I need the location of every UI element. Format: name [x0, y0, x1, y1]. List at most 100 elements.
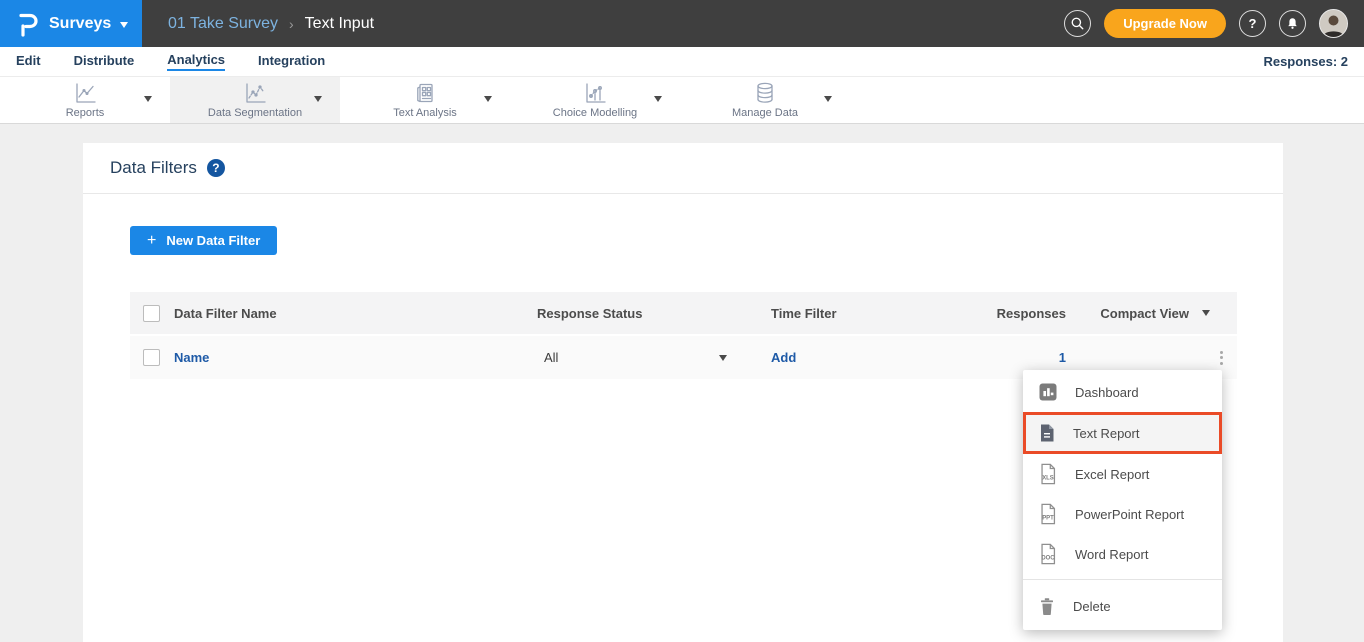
- plus-icon: +: [147, 232, 156, 250]
- breadcrumb-current: Text Input: [305, 15, 374, 33]
- chevron-down-icon: [654, 96, 662, 102]
- new-data-filter-button[interactable]: + New Data Filter: [130, 226, 277, 255]
- filter-name-cell: Name: [174, 350, 537, 365]
- toolbar-item-reports[interactable]: Reports: [0, 77, 170, 123]
- text-analysis-icon: [412, 81, 438, 105]
- tab-edit[interactable]: Edit: [16, 53, 41, 70]
- view-selector-cell: Compact View: [1066, 306, 1237, 321]
- card-body: + New Data Filter Data Filter Name Respo…: [83, 194, 1283, 379]
- survey-tab-bar: Edit Distribute Analytics Integration Re…: [0, 47, 1364, 77]
- choice-modelling-icon: [582, 81, 608, 105]
- responses-cell: 1: [996, 350, 1066, 365]
- menu-item-label: Text Report: [1073, 426, 1139, 441]
- toolbar-item-data-segmentation[interactable]: Data Segmentation: [170, 77, 340, 123]
- toolbar-label: Manage Data: [732, 107, 798, 119]
- notifications-button[interactable]: [1279, 10, 1306, 37]
- menu-item-word-report[interactable]: DOC Word Report: [1023, 534, 1222, 574]
- brand-label: Surveys: [49, 15, 111, 33]
- card-header: Data Filters ?: [83, 143, 1283, 194]
- help-button[interactable]: ?: [1239, 10, 1266, 37]
- upgrade-now-button[interactable]: Upgrade Now: [1104, 9, 1226, 38]
- search-button[interactable]: [1064, 10, 1091, 37]
- row-checkbox-cell: [130, 349, 174, 366]
- top-bar: Surveys 01 Take Survey › Text Input Upgr…: [0, 0, 1364, 47]
- chevron-down-icon: [824, 96, 832, 102]
- add-time-filter-link[interactable]: Add: [771, 350, 796, 365]
- ppt-file-icon: PPT: [1038, 503, 1058, 525]
- menu-item-label: PowerPoint Report: [1075, 507, 1184, 522]
- toolbar-item-manage-data[interactable]: Manage Data: [680, 77, 850, 123]
- filter-name-link[interactable]: Name: [174, 350, 209, 365]
- compact-view-dropdown[interactable]: Compact View: [1100, 306, 1210, 321]
- chevron-down-icon: [314, 96, 322, 102]
- dashboard-icon: [1038, 382, 1058, 402]
- avatar[interactable]: [1319, 9, 1348, 38]
- menu-item-label: Dashboard: [1075, 385, 1139, 400]
- menu-item-text-report[interactable]: Text Report: [1023, 412, 1222, 454]
- doc-file-icon: DOC: [1038, 543, 1058, 565]
- toolbar-label: Choice Modelling: [553, 107, 637, 119]
- row-context-menu: Dashboard Text Report XLS Excel Report P…: [1023, 370, 1222, 630]
- toolbar-item-text-analysis[interactable]: Text Analysis: [340, 77, 510, 123]
- segmentation-chart-icon: [242, 81, 268, 105]
- page-title: Data Filters: [110, 158, 197, 178]
- breadcrumb-separator: ›: [289, 16, 294, 32]
- breadcrumb-survey-link[interactable]: 01 Take Survey: [168, 15, 278, 33]
- toolbar-item-choice-modelling[interactable]: Choice Modelling: [510, 77, 680, 123]
- responses-count-link[interactable]: 1: [1059, 350, 1066, 365]
- database-icon: [752, 81, 778, 105]
- ppt-badge: PPT: [1042, 516, 1054, 522]
- menu-item-excel-report[interactable]: XLS Excel Report: [1023, 454, 1222, 494]
- bell-icon: [1285, 16, 1300, 31]
- chevron-down-icon: [144, 96, 152, 102]
- select-all-checkbox[interactable]: [143, 305, 160, 322]
- tab-integration[interactable]: Integration: [258, 53, 325, 70]
- chevron-down-icon: [120, 22, 128, 28]
- menu-item-dashboard[interactable]: Dashboard: [1023, 372, 1222, 412]
- tab-analytics[interactable]: Analytics: [167, 52, 225, 71]
- text-report-icon: [1038, 423, 1056, 443]
- chevron-down-icon: [719, 355, 727, 361]
- new-data-filter-label: New Data Filter: [166, 233, 260, 248]
- breadcrumb: 01 Take Survey › Text Input: [168, 0, 374, 47]
- column-header-time-filter: Time Filter: [771, 306, 996, 321]
- menu-item-powerpoint-report[interactable]: PPT PowerPoint Report: [1023, 494, 1222, 534]
- line-chart-icon: [72, 81, 98, 105]
- questionpro-logo: [16, 11, 40, 37]
- row-checkbox[interactable]: [143, 349, 160, 366]
- menu-item-label: Excel Report: [1075, 467, 1149, 482]
- doc-badge: DOC: [1041, 556, 1055, 562]
- time-filter-cell: Add: [771, 350, 996, 365]
- compact-view-label: Compact View: [1100, 306, 1189, 321]
- dot: [1220, 356, 1223, 359]
- toolbar-label: Text Analysis: [393, 107, 457, 119]
- avatar-photo: [1320, 10, 1347, 37]
- menu-item-label: Delete: [1073, 599, 1111, 614]
- response-status-value: All: [544, 350, 558, 365]
- xls-file-icon: XLS: [1038, 463, 1058, 485]
- row-actions-cell: [1066, 347, 1237, 369]
- data-filters-table: Data Filter Name Response Status Time Fi…: [130, 292, 1237, 379]
- response-status-cell: All: [537, 350, 771, 365]
- response-status-dropdown[interactable]: All: [537, 350, 727, 365]
- trash-icon: [1038, 597, 1056, 616]
- row-menu-button[interactable]: [1214, 347, 1229, 369]
- menu-item-label: Word Report: [1075, 547, 1148, 562]
- column-header-response-status: Response Status: [537, 306, 771, 321]
- menu-item-delete[interactable]: Delete: [1023, 586, 1222, 626]
- column-header-responses: Responses: [996, 306, 1066, 321]
- analytics-toolbar: Reports Data Segmentation Text Analysis …: [0, 77, 1364, 124]
- tab-distribute[interactable]: Distribute: [74, 53, 135, 70]
- chevron-down-icon: [484, 96, 492, 102]
- column-header-name: Data Filter Name: [174, 306, 537, 321]
- toolbar-label: Data Segmentation: [208, 107, 302, 119]
- surveys-menu[interactable]: Surveys: [0, 0, 142, 47]
- xls-badge: XLS: [1042, 476, 1054, 482]
- dot: [1220, 351, 1223, 354]
- header-checkbox-cell: [130, 305, 174, 322]
- table-header-row: Data Filter Name Response Status Time Fi…: [130, 292, 1237, 336]
- responses-count: Responses: 2: [1263, 54, 1348, 69]
- data-filters-help-icon[interactable]: ?: [207, 159, 225, 177]
- dot: [1220, 362, 1223, 365]
- question-mark-icon: ?: [1249, 16, 1257, 31]
